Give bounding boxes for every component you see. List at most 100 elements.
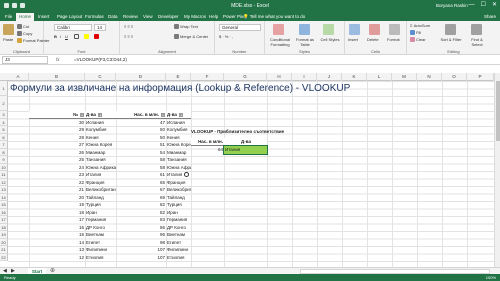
- table2-country-cell[interactable]: Германия: [166, 216, 191, 224]
- find-select-icon[interactable]: [471, 24, 482, 35]
- row-header[interactable]: 12: [0, 178, 8, 186]
- vlookup-title[interactable]: VLOOKUP - Приблизително съответствие: [191, 129, 284, 134]
- column-header-g[interactable]: G: [224, 73, 267, 81]
- insert-function-icon[interactable]: fx: [56, 57, 60, 62]
- table1-country-cell[interactable]: Етиопия: [85, 254, 116, 262]
- column-header-k[interactable]: K: [342, 73, 367, 81]
- row-header[interactable]: 20: [0, 238, 8, 246]
- table2-country-cell[interactable]: Мианмар: [166, 149, 191, 157]
- row-header[interactable]: 7: [0, 141, 8, 149]
- table2-population-cell[interactable]: 86: [116, 224, 166, 232]
- zoom-level[interactable]: 100%: [486, 274, 496, 281]
- table2-population-cell[interactable]: 83: [116, 216, 166, 224]
- table1-number-cell[interactable]: 17: [29, 216, 85, 224]
- row-header[interactable]: 1: [0, 81, 8, 96]
- format-as-table-icon[interactable]: [299, 24, 310, 35]
- column-header-f[interactable]: F: [191, 73, 224, 81]
- table2-header-country[interactable]: Д-ва ▾: [166, 111, 191, 119]
- row-header[interactable]: 2: [0, 96, 8, 111]
- table1-number-cell[interactable]: 14: [29, 239, 85, 247]
- insert-cells-icon[interactable]: [349, 24, 360, 35]
- row-header[interactable]: 14: [0, 193, 8, 201]
- vlookup-input-cell[interactable]: 64: [191, 146, 224, 154]
- table2-population-cell[interactable]: 65: [116, 179, 166, 187]
- tab-data[interactable]: Data: [105, 13, 121, 21]
- row-header[interactable]: 5: [0, 126, 8, 134]
- delete-cells-button[interactable]: Delete: [367, 37, 379, 42]
- column-header-m[interactable]: M: [392, 73, 417, 81]
- filter-dropdown-icon[interactable]: ▾: [178, 112, 183, 117]
- table1-number-cell[interactable]: 30: [29, 119, 85, 127]
- table2-population-cell[interactable]: 82: [116, 201, 166, 209]
- bold-button[interactable]: B: [54, 34, 57, 39]
- tab-review[interactable]: Review: [120, 13, 141, 21]
- table2-population-cell[interactable]: 96: [116, 231, 166, 239]
- format-cells-button[interactable]: Format: [387, 37, 400, 42]
- table2-population-cell[interactable]: 50: [116, 126, 166, 134]
- tab-file[interactable]: File: [2, 13, 15, 21]
- table1-country-cell[interactable]: Германия: [85, 216, 116, 224]
- table1-number-cell[interactable]: 12: [29, 254, 85, 262]
- table1-country-cell[interactable]: Филипини: [85, 246, 116, 254]
- autosum-button[interactable]: Σ AutoSum: [410, 23, 430, 28]
- table2-country-cell[interactable]: Иран: [166, 209, 191, 217]
- row-header[interactable]: 21: [0, 246, 8, 254]
- table1-number-cell[interactable]: 26: [29, 149, 85, 157]
- row-header[interactable]: 19: [0, 231, 8, 239]
- column-header-n[interactable]: N: [417, 73, 442, 81]
- table1-number-cell[interactable]: 23: [29, 171, 85, 179]
- user-name[interactable]: Boryana Raskin: [436, 3, 468, 8]
- align-left-icon[interactable]: ≡ ≡ ≡: [124, 34, 133, 39]
- format-cells-icon[interactable]: [389, 24, 400, 35]
- table1-number-cell[interactable]: 21: [29, 186, 85, 194]
- table1-country-cell[interactable]: Италия: [85, 171, 116, 179]
- formula-input[interactable]: =VLOOKUP(F3,C3:D44,2): [74, 57, 127, 62]
- table2-country-cell[interactable]: Кения: [166, 134, 191, 142]
- table1-country-cell[interactable]: Кения: [85, 134, 116, 142]
- table1-number-cell[interactable]: 18: [29, 209, 85, 217]
- table1-country-cell[interactable]: Франция: [85, 179, 116, 187]
- column-header-o[interactable]: O: [442, 73, 467, 81]
- clear-button[interactable]: Clear: [410, 37, 426, 43]
- table2-population-cell[interactable]: 61: [116, 171, 166, 179]
- filter-dropdown-icon[interactable]: ▾: [80, 112, 84, 117]
- row-header[interactable]: 22: [0, 253, 8, 261]
- currency-icon[interactable]: $ · % · ,: [219, 34, 233, 39]
- table2-population-cell[interactable]: 107: [116, 246, 166, 254]
- table2-country-cell[interactable]: Южна Корея: [166, 141, 191, 149]
- table2-population-cell[interactable]: 98: [116, 239, 166, 247]
- fill-button[interactable]: Fill: [410, 30, 421, 36]
- vlookup-result-cell[interactable]: Италия: [223, 145, 268, 155]
- tell-me-search[interactable]: 💡 Tell me what you want to do: [243, 14, 305, 20]
- font-size-select[interactable]: 14: [94, 24, 106, 31]
- table2-country-cell[interactable]: Виетнам: [166, 231, 191, 239]
- table1-number-cell[interactable]: 27: [29, 141, 85, 149]
- column-header-h[interactable]: H: [267, 73, 292, 81]
- table2-country-cell[interactable]: Етиопия: [166, 254, 191, 262]
- row-header[interactable]: 8: [0, 148, 8, 156]
- row-header[interactable]: 11: [0, 171, 8, 179]
- table1-country-cell[interactable]: Великобритания: [85, 186, 116, 194]
- row-header[interactable]: 3: [0, 111, 8, 119]
- table2-population-cell[interactable]: 107: [116, 254, 166, 262]
- table1-country-cell[interactable]: Турция: [85, 201, 116, 209]
- table2-country-cell[interactable]: Египет: [166, 239, 191, 247]
- column-header-p[interactable]: P: [467, 73, 494, 81]
- scroll-thumb[interactable]: [496, 81, 500, 141]
- cell-styles-button[interactable]: Cell Styles: [320, 37, 340, 42]
- table1-country-cell[interactable]: Виетнам: [85, 231, 116, 239]
- table1-header-country[interactable]: Д-ва ▾: [85, 111, 116, 119]
- filter-dropdown-icon[interactable]: ▾: [97, 112, 102, 117]
- cell-styles-icon[interactable]: [323, 24, 334, 35]
- tab-formulas[interactable]: Formulas: [82, 13, 107, 21]
- align-top-icon[interactable]: ≡ ≡ ≡: [124, 24, 133, 29]
- column-header-l[interactable]: L: [367, 73, 392, 81]
- font-color-button[interactable]: [94, 34, 100, 40]
- table1-number-cell[interactable]: 29: [29, 126, 85, 134]
- table1-country-cell[interactable]: Египет: [85, 239, 116, 247]
- sort-filter-icon[interactable]: [445, 24, 456, 35]
- table2-country-cell[interactable]: Танзания: [166, 156, 191, 164]
- copy-button[interactable]: Copy: [17, 31, 32, 37]
- row-header[interactable]: 9: [0, 156, 8, 164]
- tab-view[interactable]: View: [140, 13, 156, 21]
